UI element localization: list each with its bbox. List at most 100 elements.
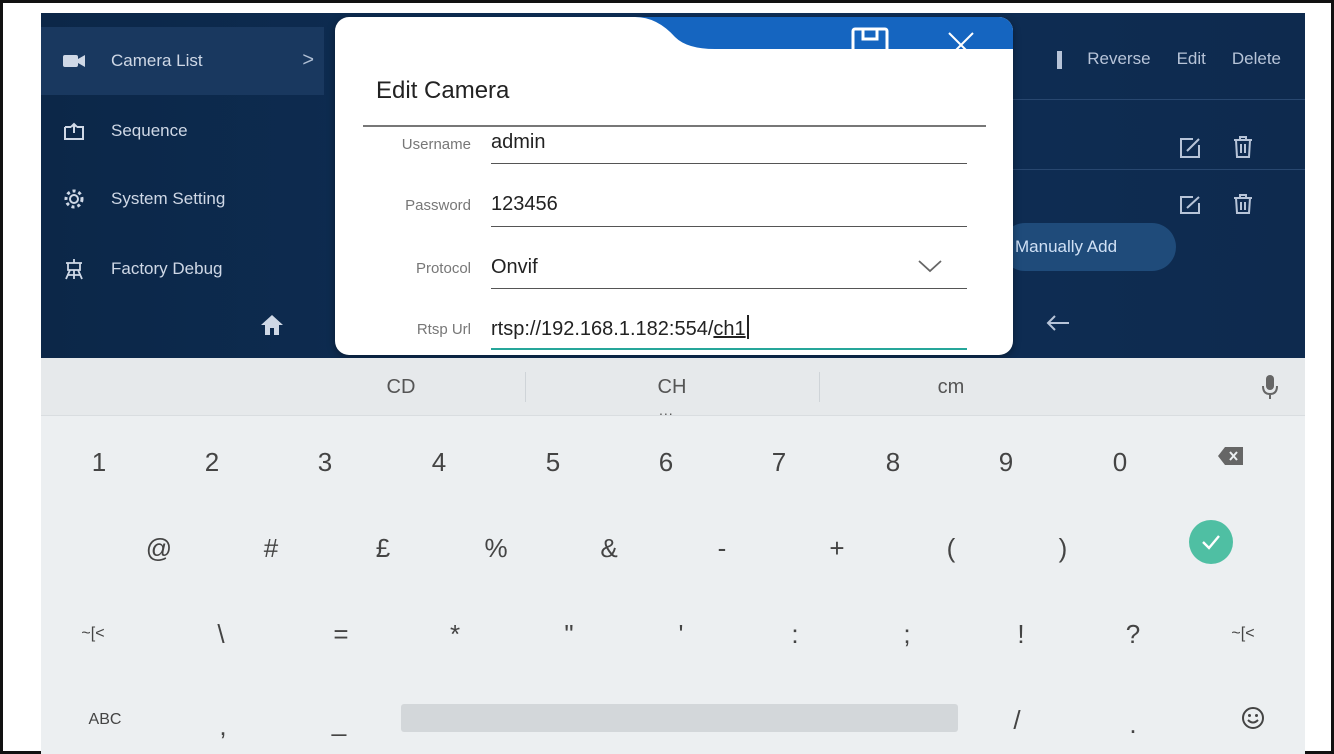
key-9[interactable]: 9 (966, 432, 1046, 492)
gear-icon (61, 186, 87, 212)
sidebar-item-label: Sequence (111, 121, 188, 140)
key-4[interactable]: 4 (399, 432, 479, 492)
key-open-paren[interactable]: ( (911, 518, 991, 578)
key-3[interactable]: 3 (285, 432, 365, 492)
microphone-icon[interactable] (1261, 374, 1279, 405)
manually-add-button[interactable]: Manually Add (1001, 223, 1176, 271)
trash-icon[interactable] (1233, 193, 1253, 220)
emoji-icon[interactable] (1241, 706, 1265, 735)
password-field[interactable]: 123456 (491, 193, 558, 216)
key-equals[interactable]: = (301, 604, 381, 664)
space-bar[interactable] (401, 704, 958, 732)
edit-icon[interactable] (1179, 195, 1201, 220)
rtsp-url-composing-text: ch1 (713, 318, 746, 340)
suggestion-item[interactable]: cm (891, 376, 1011, 399)
rtsp-url-underline-focused (491, 348, 967, 350)
key-more-symbols-right[interactable]: ~[< (1203, 604, 1283, 664)
protocol-select[interactable]: Onvif (491, 256, 538, 279)
trash-icon[interactable] (1233, 135, 1253, 164)
sidebar-item-sequence[interactable]: Sequence (41, 97, 324, 165)
row-divider (1011, 99, 1305, 100)
edit-icon[interactable] (1179, 137, 1201, 164)
title-divider (363, 125, 986, 127)
toolbar-separator (1057, 51, 1063, 69)
username-underline (491, 163, 967, 164)
reverse-button[interactable]: Reverse (1087, 49, 1150, 69)
key-period[interactable]: . (1093, 694, 1173, 754)
delete-button[interactable]: Delete (1232, 49, 1281, 69)
backspace-icon[interactable] (1217, 446, 1245, 471)
key-underscore[interactable]: _ (299, 692, 379, 752)
key-close-paren[interactable]: ) (1023, 518, 1103, 578)
key-exclamation[interactable]: ! (981, 604, 1061, 664)
sidebar-item-camera-list[interactable]: Camera List > (41, 27, 324, 95)
key-abc[interactable]: ABC (65, 690, 145, 750)
checkmark-icon (1202, 535, 1220, 550)
key-comma[interactable]: , (183, 696, 263, 754)
key-double-quote[interactable]: " (529, 604, 609, 664)
chevron-right-icon: > (302, 49, 314, 71)
username-field[interactable]: admin (491, 131, 545, 154)
sidebar-item-label: Factory Debug (111, 259, 223, 278)
key-5[interactable]: 5 (513, 432, 593, 492)
protocol-underline (491, 288, 967, 289)
dialog-header-tab (635, 17, 1013, 49)
back-arrow-icon[interactable] (1045, 313, 1071, 338)
rtsp-url-text: rtsp://192.168.1.182:554/ (491, 318, 714, 340)
camera-toolbar: Reverse Edit Delete (1057, 49, 1281, 69)
factory-debug-icon (61, 256, 87, 282)
edit-button[interactable]: Edit (1177, 49, 1206, 69)
camera-icon (61, 48, 87, 74)
key-slash[interactable]: / (977, 690, 1057, 750)
password-label: Password (405, 197, 471, 214)
suggestion-item[interactable]: CD (341, 376, 461, 399)
text-cursor (746, 315, 749, 339)
key-backslash[interactable]: \ (181, 604, 261, 664)
suggestion-item[interactable]: CH (612, 376, 732, 399)
chevron-down-icon[interactable] (917, 259, 943, 278)
key-semicolon[interactable]: ; (867, 604, 947, 664)
enter-key[interactable] (1189, 520, 1233, 564)
key-6[interactable]: 6 (626, 432, 706, 492)
sidebar-item-label: System Setting (111, 189, 226, 208)
key-2[interactable]: 2 (172, 432, 252, 492)
home-icon[interactable] (259, 313, 285, 342)
key-hash[interactable]: # (231, 518, 311, 578)
dialog-title: Edit Camera (376, 77, 510, 104)
key-colon[interactable]: : (755, 604, 835, 664)
key-question[interactable]: ? (1093, 604, 1173, 664)
key-at[interactable]: @ (119, 518, 199, 578)
key-pound[interactable]: £ (343, 518, 423, 578)
key-asterisk[interactable]: * (415, 604, 495, 664)
password-underline (491, 226, 967, 227)
key-7[interactable]: 7 (739, 432, 819, 492)
soft-keyboard: CD CH ... cm 1 2 3 4 5 6 7 8 9 0 @ # £ %… (41, 358, 1305, 754)
protocol-label: Protocol (415, 260, 471, 277)
key-8[interactable]: 8 (853, 432, 933, 492)
rtsp-url-label: Rtsp Url (416, 321, 471, 338)
row-divider (1011, 169, 1305, 170)
edit-camera-dialog: Edit Camera Username admin Password 1234… (335, 17, 1013, 355)
screen-frame: Camera List > Sequence System Setting Fa… (0, 0, 1334, 754)
sidebar-item-factory-debug[interactable]: Factory Debug (41, 235, 324, 303)
sidebar: Camera List > Sequence System Setting Fa… (41, 13, 324, 358)
key-plus[interactable]: + (797, 518, 877, 578)
key-0[interactable]: 0 (1080, 432, 1160, 492)
key-ampersand[interactable]: & (569, 518, 649, 578)
username-label: Username (401, 136, 471, 153)
suggestion-divider (819, 372, 820, 402)
key-1[interactable]: 1 (59, 432, 139, 492)
key-percent[interactable]: % (456, 518, 536, 578)
rtsp-url-field[interactable]: rtsp://192.168.1.182:554/ch1 (491, 315, 749, 341)
more-suggestions-indicator[interactable]: ... (659, 402, 674, 418)
sidebar-item-label: Camera List (111, 51, 203, 70)
sequence-icon (61, 118, 87, 144)
save-icon[interactable] (851, 27, 889, 58)
key-single-quote[interactable]: ' (641, 604, 721, 664)
suggestion-strip: CD CH ... cm (41, 358, 1305, 418)
sidebar-item-system-setting[interactable]: System Setting (41, 165, 324, 233)
key-minus[interactable]: - (682, 518, 762, 578)
key-more-symbols-left[interactable]: ~[< (53, 604, 133, 664)
suggestion-divider (525, 372, 526, 402)
close-icon[interactable] (947, 31, 975, 64)
